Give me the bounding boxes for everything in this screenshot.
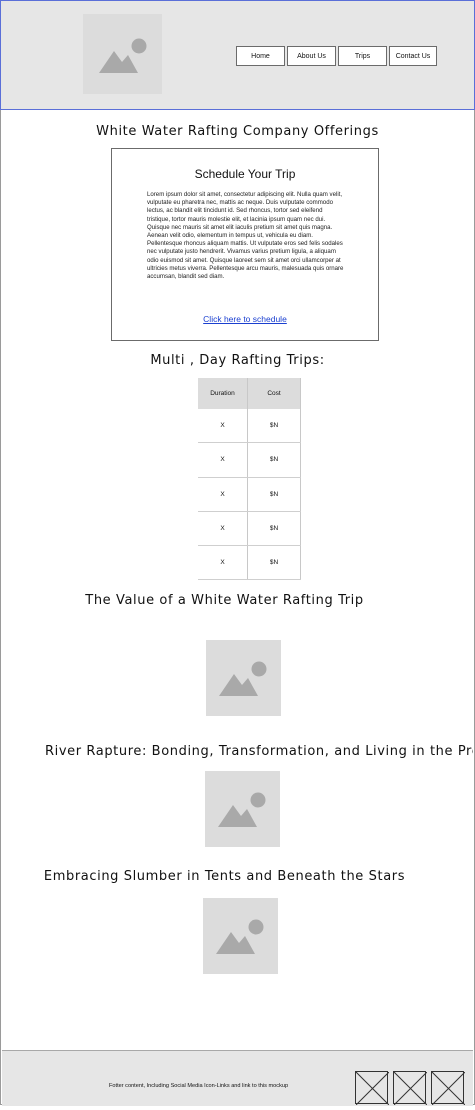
duration-cell: X — [198, 545, 248, 581]
river-image — [205, 771, 280, 847]
social-placeholder-icon[interactable] — [431, 1071, 466, 1106]
table-row: X $N — [198, 477, 301, 512]
nav-about-button[interactable]: About Us — [287, 46, 336, 66]
slumber-image — [203, 898, 278, 974]
cost-cell: $N — [247, 442, 301, 478]
main-nav: Home About Us Trips Contact Us — [236, 46, 437, 66]
table-row: X $N — [198, 409, 301, 444]
value-heading: The Value of a White Water Rafting Trip — [85, 593, 364, 608]
image-placeholder-icon — [218, 792, 266, 827]
cost-cell: $N — [247, 409, 301, 444]
nav-contact-button[interactable]: Contact Us — [389, 46, 437, 66]
nav-trips-button[interactable]: Trips — [338, 46, 387, 66]
slumber-heading: Embracing Slumber in Tents and Beneath t… — [43, 869, 406, 884]
footer-text: Fotter content, Including Social Media I… — [109, 1083, 289, 1089]
table-header-row: Duration Cost — [198, 378, 301, 409]
cost-cell: $N — [247, 511, 301, 547]
nav-home-button[interactable]: Home — [236, 46, 285, 66]
duration-cell: X — [198, 409, 248, 444]
schedule-card: Schedule Your Trip Lorem ipsum dolor sit… — [111, 148, 379, 341]
logo[interactable] — [83, 14, 162, 94]
duration-header: Duration — [198, 378, 248, 409]
table-row: X $N — [198, 545, 301, 581]
image-placeholder-icon — [219, 661, 267, 696]
river-heading: River Rapture: Bonding, Transformation, … — [45, 744, 473, 759]
social-placeholder-icon[interactable] — [393, 1071, 428, 1106]
social-placeholder-icon[interactable] — [355, 1071, 390, 1106]
cost-header: Cost — [247, 378, 301, 409]
schedule-body-text: Lorem ipsum dolor sit amet, consectetur … — [147, 191, 344, 281]
schedule-link[interactable]: Click here to schedule — [112, 314, 378, 324]
footer: Fotter content, Including Social Media I… — [2, 1050, 473, 1106]
image-placeholder-icon — [216, 919, 264, 954]
trips-table: Duration Cost X $N X $N X $N X $N X $N — [198, 378, 301, 581]
page-heading: White Water Rafting Company Offerings — [96, 124, 379, 139]
image-placeholder-icon — [99, 38, 147, 73]
value-image — [206, 640, 281, 716]
table-row: X $N — [198, 511, 301, 547]
cost-cell: $N — [247, 477, 301, 512]
duration-cell: X — [198, 442, 248, 478]
header: Home About Us Trips Contact Us — [0, 0, 475, 110]
duration-cell: X — [198, 477, 248, 512]
schedule-title: Schedule Your Trip — [194, 167, 296, 181]
table-row: X $N — [198, 442, 301, 478]
cost-cell: $N — [247, 545, 301, 581]
duration-cell: X — [198, 511, 248, 547]
trips-heading: Multi , Day Rafting Trips: — [150, 353, 325, 368]
